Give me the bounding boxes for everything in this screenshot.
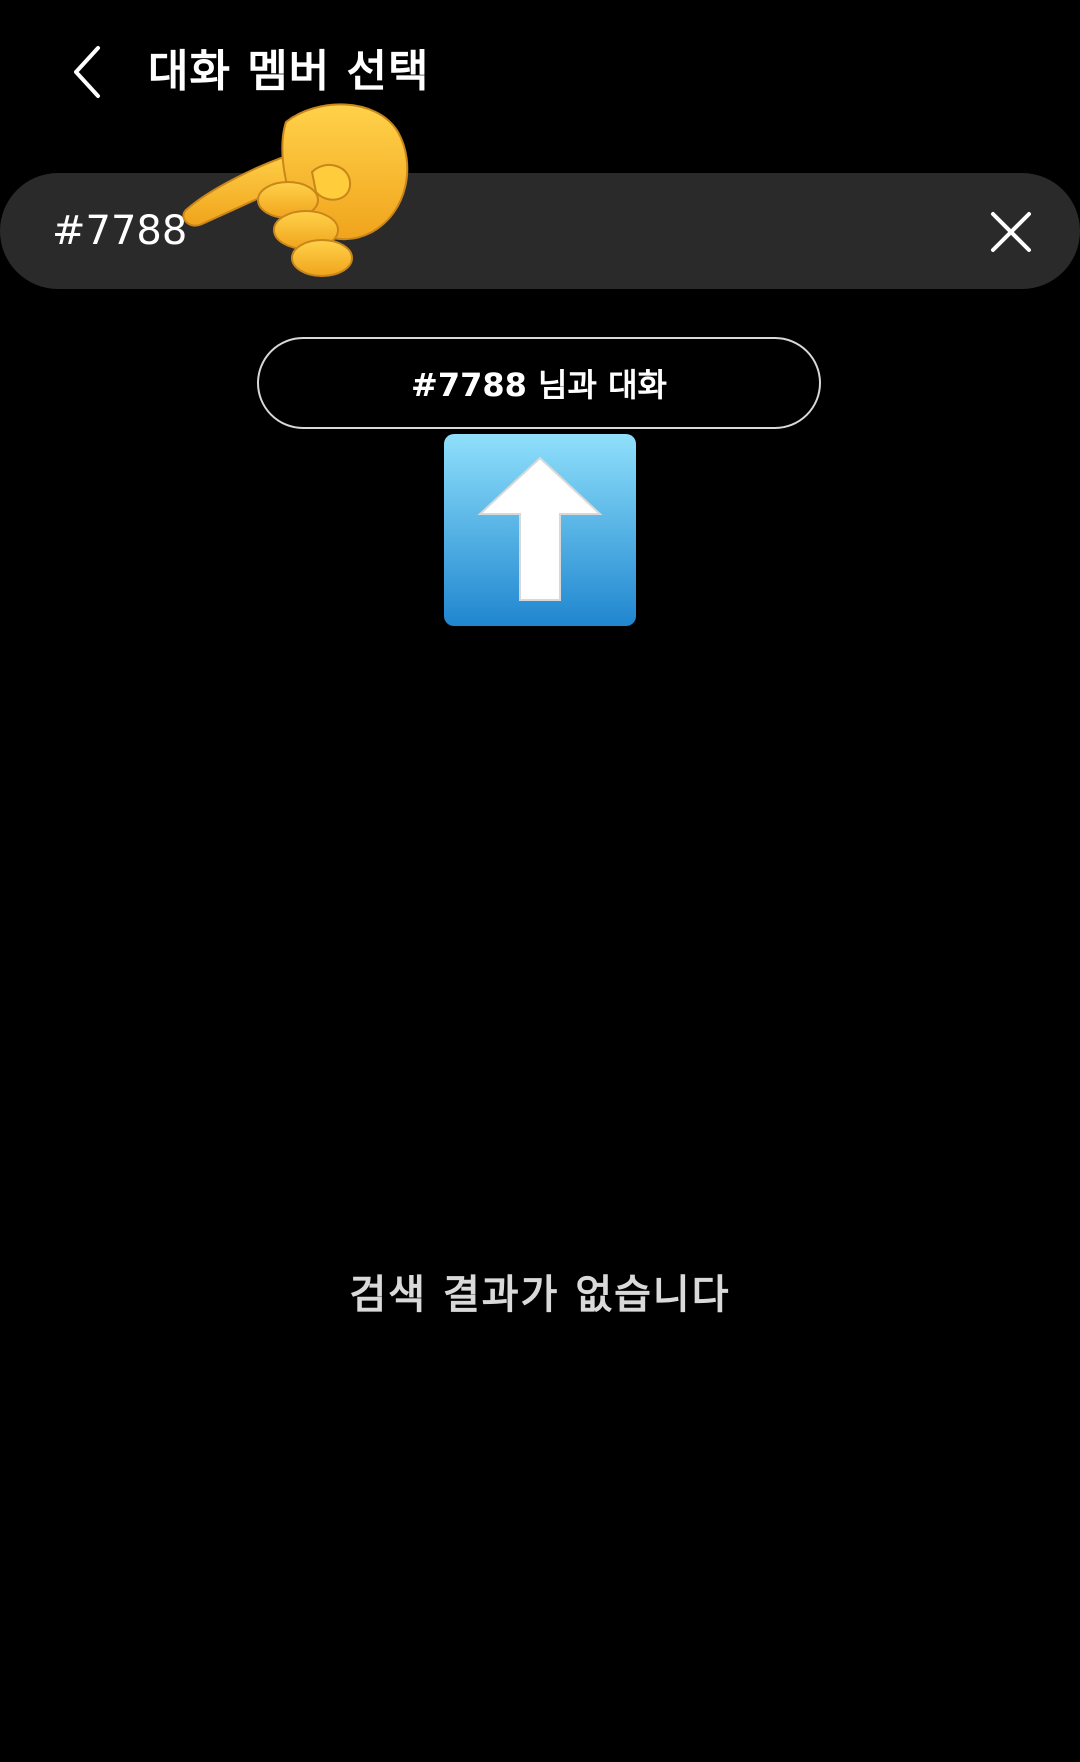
close-icon (991, 212, 1031, 252)
clear-search-button[interactable] (976, 197, 1046, 267)
empty-results-message: 검색 결과가 없습니다 (349, 1272, 731, 1318)
search-bar (0, 173, 1080, 289)
up-arrow-icon (444, 434, 636, 626)
chevron-left-icon (74, 46, 100, 98)
pointing-hand-icon (182, 103, 409, 277)
header-bar: 대화 멤버 선택 (0, 0, 1080, 150)
back-button[interactable] (52, 36, 124, 108)
start-chat-button[interactable]: #7788 님과 대화 (257, 337, 821, 429)
